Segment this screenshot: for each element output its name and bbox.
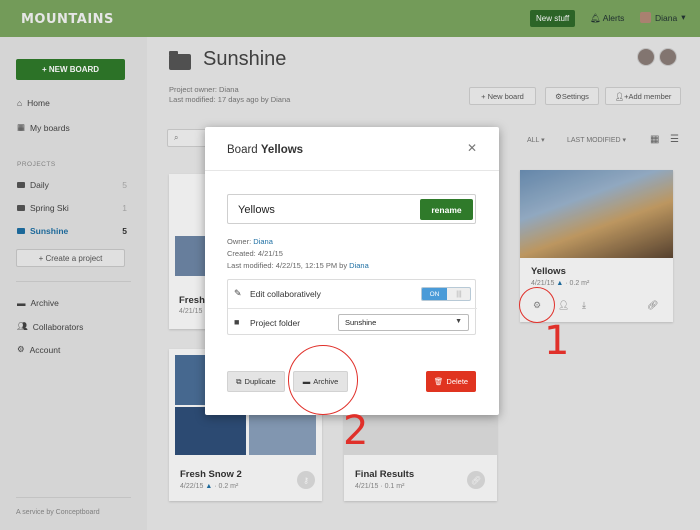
board-modified: Last modified: 4/22/15, 12:15 PM by Dian… xyxy=(227,261,369,270)
dialog-header: Board Yellows ✕ xyxy=(205,127,499,171)
edit-collab-toggle[interactable]: ON ||| xyxy=(421,287,471,301)
copy-icon: ⧉ xyxy=(236,376,242,386)
modified-label: Last modified: 4/22/15, 12:15 PM by xyxy=(227,261,348,270)
duplicate-label: Duplicate xyxy=(244,377,276,386)
chevron-down-icon: ▼ xyxy=(455,318,462,325)
board-name-input[interactable]: Yellows xyxy=(238,204,275,216)
project-folder-label: Project folder xyxy=(250,318,301,328)
annotation-number-1: 1 xyxy=(544,318,570,364)
close-icon[interactable]: ✕ xyxy=(467,141,477,155)
duplicate-button[interactable]: ⧉ Duplicate xyxy=(227,371,285,392)
toggle-on-label: ON xyxy=(422,288,447,300)
modified-by-link[interactable]: Diana xyxy=(349,261,369,270)
board-name-field[interactable]: Yellows rename xyxy=(227,194,476,224)
edit-collab-row: ✎ Edit collaboratively ON ||| xyxy=(228,280,477,308)
board-owner: Owner: Diana xyxy=(227,237,273,246)
board-options: ✎ Edit collaboratively ON ||| ■ Project … xyxy=(227,279,477,336)
delete-button[interactable]: 🗑︎ Delete xyxy=(426,371,476,392)
annotation-number-2: 2 xyxy=(343,408,369,454)
trash-icon: 🗑︎ xyxy=(433,377,444,386)
annotation-circle-2 xyxy=(288,345,358,415)
dialog-title-prefix: Board xyxy=(227,144,258,156)
dialog-title: Board Yellows xyxy=(227,144,303,156)
owner-link[interactable]: Diana xyxy=(253,237,273,246)
delete-label: Delete xyxy=(446,377,469,386)
project-folder-row: ■ Project folder Sunshine ▼ xyxy=(228,308,477,336)
dialog-title-name: Yellows xyxy=(260,144,304,156)
project-folder-select[interactable]: Sunshine ▼ xyxy=(338,314,469,331)
board-created: Created: 4/21/15 xyxy=(227,249,283,258)
folder-icon: ■ xyxy=(234,317,240,327)
project-folder-value: Sunshine xyxy=(345,318,377,327)
edit-icon: ✎ xyxy=(234,288,242,298)
owner-label: Owner: xyxy=(227,237,252,246)
rename-button[interactable]: rename xyxy=(420,199,473,220)
edit-collab-label: Edit collaboratively xyxy=(250,289,321,299)
toggle-handle-icon: ||| xyxy=(456,290,462,298)
